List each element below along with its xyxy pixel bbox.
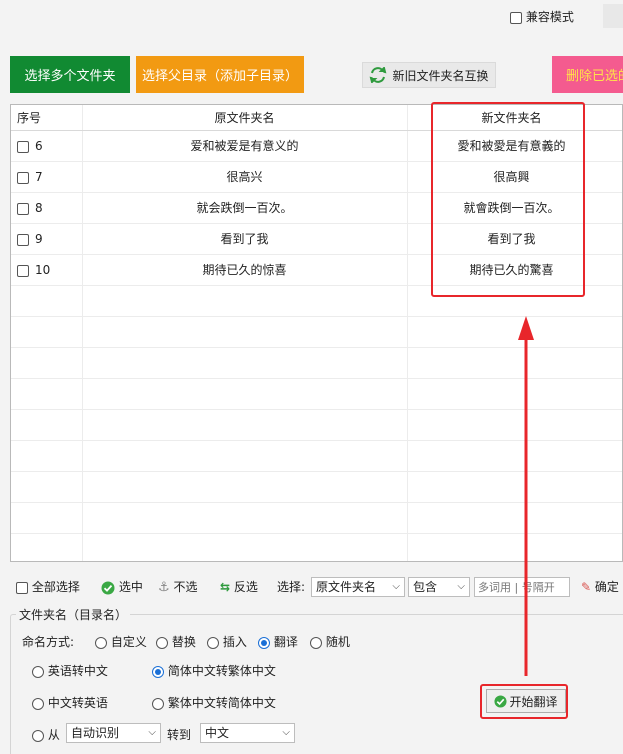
select-folders-label: 选择多个文件夹 xyxy=(24,69,116,84)
radio-icon[interactable] xyxy=(152,697,164,710)
header-original-name[interactable]: 原文件夹名 xyxy=(82,105,407,131)
row-checkbox[interactable] xyxy=(17,171,29,184)
radio-selected-icon[interactable] xyxy=(258,636,270,649)
choose-field-value: 原文件夹名 xyxy=(316,580,377,594)
to-language-value: 中文 xyxy=(205,726,230,740)
chevron-down-icon: ⌵ xyxy=(282,727,290,738)
select-label: 选中 xyxy=(118,580,143,594)
row-original-name: 爱和被爱是有意义的 xyxy=(190,139,299,153)
invert-button[interactable]: ⇆ 反选 xyxy=(220,575,258,599)
from-label: 从 xyxy=(47,728,60,742)
from-language-value: 自动识别 xyxy=(71,726,120,740)
deselect-label: 不选 xyxy=(173,580,198,594)
naming-mode-label: 命名方式: xyxy=(22,635,75,649)
deselect-button[interactable]: ⚓ 不选 xyxy=(158,575,198,599)
swap-names-button[interactable]: 新旧文件夹名互换 xyxy=(362,62,496,88)
compat-mode-check-icon[interactable] xyxy=(510,11,522,24)
row-checkbox[interactable] xyxy=(17,264,29,277)
from-radio[interactable]: 从 xyxy=(32,726,60,743)
radio-icon[interactable] xyxy=(32,665,44,678)
row-index: 9 xyxy=(35,232,43,246)
mode-insert-radio[interactable]: 插入 xyxy=(207,633,247,650)
match-mode-select[interactable]: 包含 ⌵ xyxy=(408,577,470,597)
invert-label: 反选 xyxy=(233,580,258,594)
row-index: 10 xyxy=(35,263,51,277)
mode-custom-radio[interactable]: 自定义 xyxy=(95,633,147,650)
compat-mode-checkbox[interactable]: 兼容模式 xyxy=(510,8,574,26)
en-to-zh-radio[interactable]: 英语转中文 xyxy=(32,662,108,679)
highlight-box-new-names xyxy=(431,102,585,297)
row-checkbox[interactable] xyxy=(17,140,29,153)
t2s-label: 繁体中文转简体中文 xyxy=(167,696,276,710)
select-parent-label: 选择父目录（添加子目录） xyxy=(141,69,298,84)
anchor-icon: ⚓ xyxy=(158,580,170,595)
row-index: 6 xyxy=(35,139,43,153)
compat-mode-label: 兼容模式 xyxy=(525,10,574,24)
zh-to-en-radio[interactable]: 中文转英语 xyxy=(32,694,108,711)
radio-icon[interactable] xyxy=(310,636,322,649)
green-check-icon xyxy=(101,581,115,594)
row-original-name: 期待已久的惊喜 xyxy=(202,263,287,277)
highlight-box-start-button xyxy=(480,684,568,719)
radio-icon[interactable] xyxy=(156,636,168,649)
en-to-zh-label: 英语转中文 xyxy=(47,664,108,678)
select-button[interactable]: 选中 xyxy=(101,575,143,599)
row-index: 8 xyxy=(35,201,43,215)
choose-label: 选择: xyxy=(277,580,306,594)
select-all-checkbox[interactable]: 全部选择 xyxy=(16,575,80,599)
radio-icon[interactable] xyxy=(95,636,107,649)
delete-selected-label: 删除已选的 xyxy=(566,69,623,84)
to-label: 转到 xyxy=(167,728,192,742)
confirm-label: 确定 xyxy=(594,580,619,594)
s2t-radio[interactable]: 简体中文转繁体中文 xyxy=(152,662,276,679)
radio-selected-icon[interactable] xyxy=(152,665,164,678)
chevron-down-icon: ⌵ xyxy=(392,581,400,592)
mode-replace-label: 替换 xyxy=(171,635,196,649)
row-index: 7 xyxy=(35,170,43,184)
t2s-radio[interactable]: 繁体中文转简体中文 xyxy=(152,694,276,711)
select-all-label: 全部选择 xyxy=(31,580,80,594)
group-title: 文件夹名（目录名） xyxy=(16,606,131,623)
invert-icon: ⇆ xyxy=(220,580,231,594)
select-parent-button[interactable]: 选择父目录（添加子目录） xyxy=(136,56,304,93)
row-checkbox[interactable] xyxy=(17,202,29,215)
from-language-select[interactable]: 自动识别 ⌵ xyxy=(66,723,161,743)
swap-icon xyxy=(370,67,387,83)
window-control[interactable] xyxy=(603,4,623,28)
annotation-arrow xyxy=(518,316,534,676)
mode-translate-radio[interactable]: 翻译 xyxy=(258,633,298,650)
radio-icon[interactable] xyxy=(32,729,44,742)
delete-selected-button[interactable]: 删除已选的 xyxy=(552,56,623,93)
mode-replace-radio[interactable]: 替换 xyxy=(156,633,196,650)
swap-names-label: 新旧文件夹名互换 xyxy=(392,68,489,83)
mode-translate-label: 翻译 xyxy=(273,635,298,649)
row-original-name: 看到了我 xyxy=(220,232,269,246)
choose-field-select[interactable]: 原文件夹名 ⌵ xyxy=(311,577,405,597)
mode-custom-label: 自定义 xyxy=(110,635,147,649)
mode-random-label: 随机 xyxy=(325,635,350,649)
radio-icon[interactable] xyxy=(32,697,44,710)
s2t-label: 简体中文转繁体中文 xyxy=(167,664,276,678)
confirm-button[interactable]: ✎ 确定 xyxy=(581,575,619,599)
select-folders-button[interactable]: 选择多个文件夹 xyxy=(10,56,130,93)
match-mode-value: 包含 xyxy=(413,580,438,594)
select-all-check-icon[interactable] xyxy=(16,581,28,594)
row-original-name: 很高兴 xyxy=(226,170,263,184)
mode-insert-label: 插入 xyxy=(222,635,247,649)
chevron-down-icon: ⌵ xyxy=(457,581,465,592)
row-checkbox[interactable] xyxy=(17,233,29,246)
zh-to-en-label: 中文转英语 xyxy=(47,696,108,710)
chevron-down-icon: ⌵ xyxy=(148,727,156,738)
header-index[interactable]: 序号 xyxy=(17,105,77,131)
radio-icon[interactable] xyxy=(207,636,219,649)
mode-random-radio[interactable]: 随机 xyxy=(310,633,350,650)
eraser-icon: ✎ xyxy=(581,580,592,594)
row-original-name: 就会跌倒一百次。 xyxy=(196,201,293,215)
to-language-select[interactable]: 中文 ⌵ xyxy=(200,723,295,743)
